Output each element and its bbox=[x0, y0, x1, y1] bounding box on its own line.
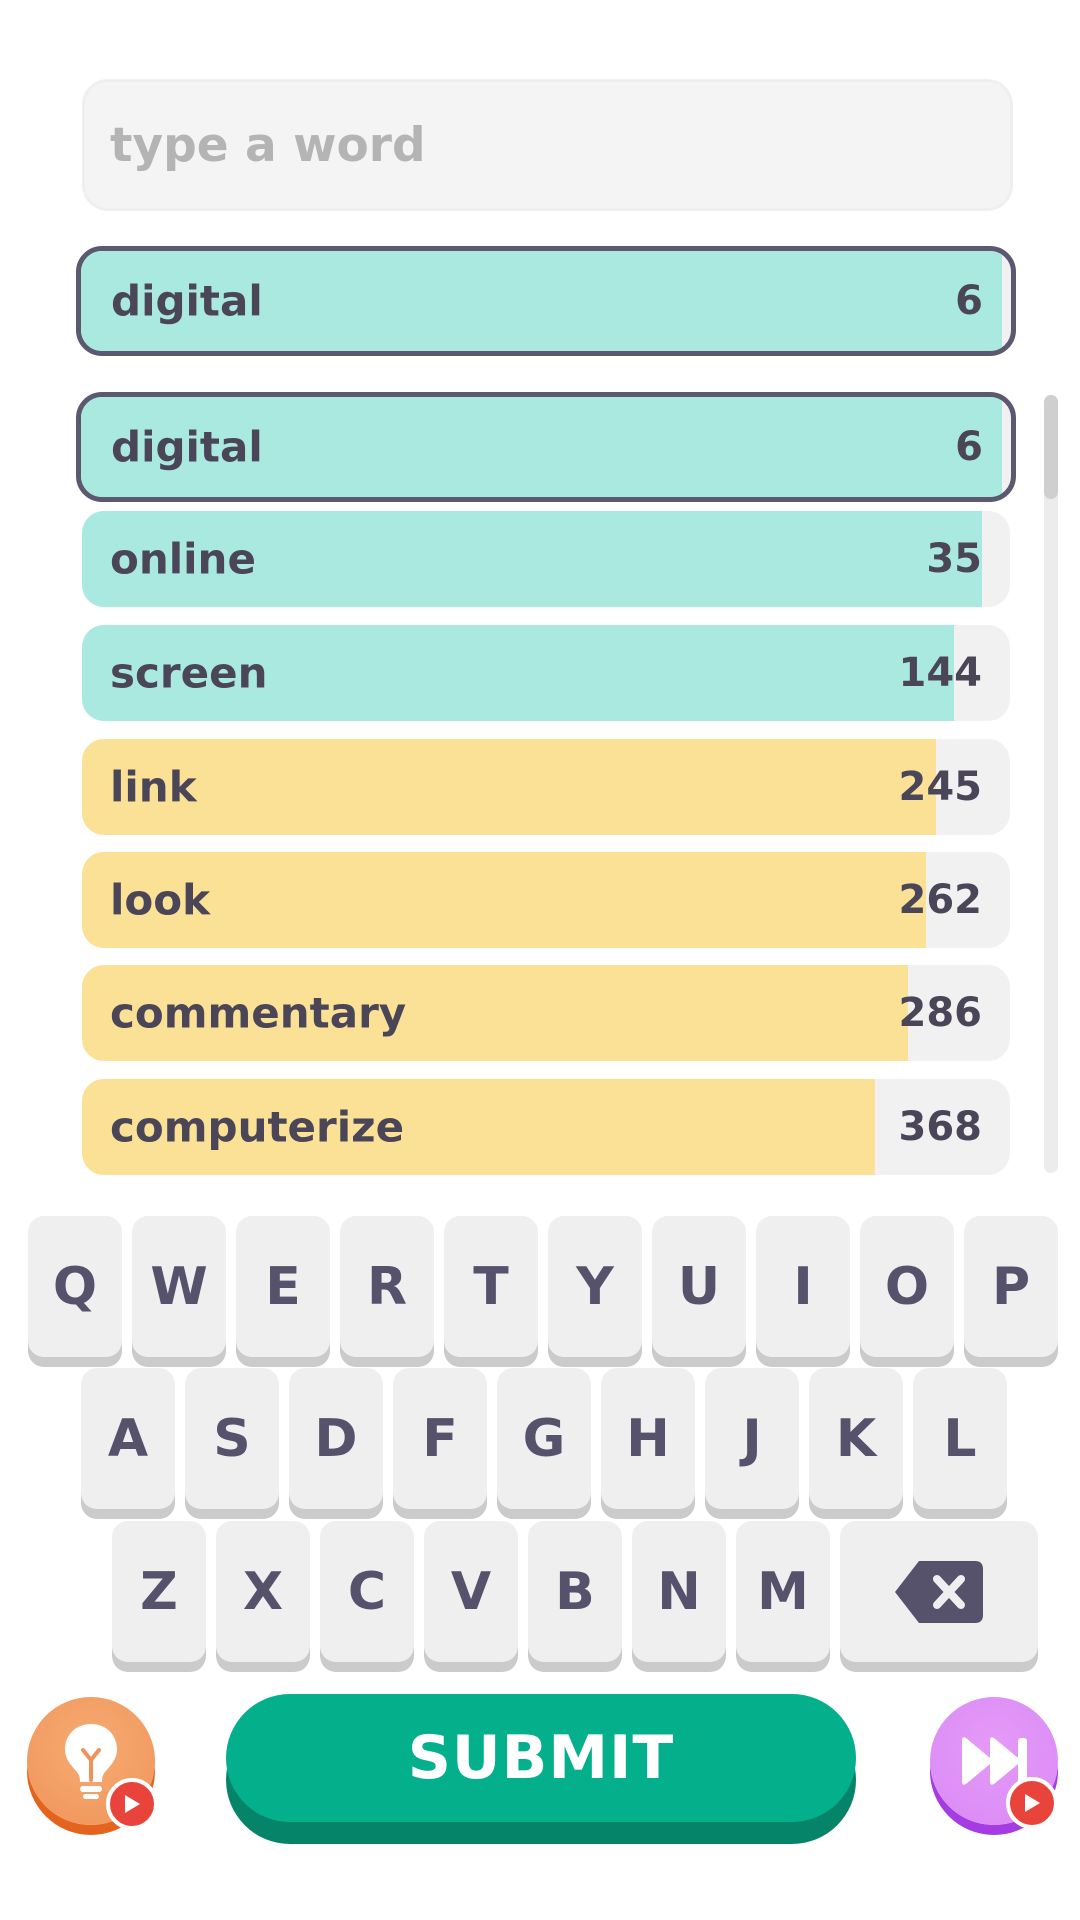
key-g[interactable]: G bbox=[497, 1368, 591, 1509]
fast-forward-icon bbox=[962, 1737, 1027, 1785]
guess-word: screen bbox=[110, 648, 268, 698]
key-x[interactable]: X bbox=[216, 1521, 310, 1662]
key-y[interactable]: Y bbox=[548, 1216, 642, 1357]
guess-word: digital bbox=[111, 422, 263, 472]
guess-rank: 144 bbox=[898, 650, 983, 696]
guess-row: link 245 bbox=[82, 739, 1010, 835]
guess-word: link bbox=[110, 762, 197, 812]
guess-row: computerize 368 bbox=[82, 1079, 1010, 1175]
key-z[interactable]: Z bbox=[112, 1521, 206, 1662]
key-h[interactable]: H bbox=[601, 1368, 695, 1509]
key-i[interactable]: I bbox=[756, 1216, 850, 1357]
key-v[interactable]: V bbox=[424, 1521, 518, 1662]
guess-rank: 35 bbox=[926, 536, 982, 582]
similarity-bar bbox=[82, 739, 936, 835]
current-guess-word: digital bbox=[111, 276, 263, 326]
key-k[interactable]: K bbox=[809, 1368, 903, 1509]
skip-button[interactable] bbox=[930, 1697, 1058, 1829]
key-f[interactable]: F bbox=[393, 1368, 487, 1509]
key-u[interactable]: U bbox=[652, 1216, 746, 1357]
guess-row: commentary 286 bbox=[82, 965, 1010, 1061]
guess-row: look 262 bbox=[82, 852, 1010, 948]
guess-row: screen 144 bbox=[82, 625, 1010, 721]
guess-rank: 368 bbox=[898, 1104, 983, 1150]
current-guess-row: digital 6 bbox=[76, 246, 1016, 356]
submit-button[interactable]: SUBMIT bbox=[226, 1694, 856, 1822]
key-j[interactable]: J bbox=[705, 1368, 799, 1509]
current-guess-rank: 6 bbox=[955, 278, 983, 324]
key-l[interactable]: L bbox=[913, 1368, 1007, 1509]
guess-row: online 35 bbox=[82, 511, 1010, 607]
key-r[interactable]: R bbox=[340, 1216, 434, 1357]
key-s[interactable]: S bbox=[185, 1368, 279, 1509]
guess-word: look bbox=[110, 875, 211, 925]
guess-word: commentary bbox=[110, 988, 407, 1038]
key-p[interactable]: P bbox=[964, 1216, 1058, 1357]
key-e[interactable]: E bbox=[236, 1216, 330, 1357]
key-t[interactable]: T bbox=[444, 1216, 538, 1357]
guess-rank: 262 bbox=[898, 877, 983, 923]
key-w[interactable]: W bbox=[132, 1216, 226, 1357]
play-ad-icon bbox=[106, 1778, 158, 1830]
guess-word: online bbox=[110, 534, 256, 584]
key-m[interactable]: M bbox=[736, 1521, 830, 1662]
key-b[interactable]: B bbox=[528, 1521, 622, 1662]
guess-rank: 286 bbox=[898, 990, 983, 1036]
guess-row: digital 6 bbox=[76, 392, 1016, 502]
guess-rank: 6 bbox=[955, 424, 983, 470]
key-o[interactable]: O bbox=[860, 1216, 954, 1357]
key-c[interactable]: C bbox=[320, 1521, 414, 1662]
key-d[interactable]: D bbox=[289, 1368, 383, 1509]
word-input[interactable] bbox=[82, 79, 1013, 211]
guess-word: computerize bbox=[110, 1102, 405, 1152]
key-a[interactable]: A bbox=[81, 1368, 175, 1509]
guess-list-scrollbar[interactable] bbox=[1044, 395, 1058, 1173]
guess-rank: 245 bbox=[898, 764, 983, 810]
key-q[interactable]: Q bbox=[28, 1216, 122, 1357]
scrollbar-thumb[interactable] bbox=[1044, 395, 1058, 499]
backspace-icon bbox=[895, 1560, 983, 1623]
key-n[interactable]: N bbox=[632, 1521, 726, 1662]
play-ad-icon bbox=[1006, 1777, 1058, 1829]
backspace-key[interactable] bbox=[840, 1521, 1038, 1662]
hint-button[interactable] bbox=[27, 1697, 158, 1830]
